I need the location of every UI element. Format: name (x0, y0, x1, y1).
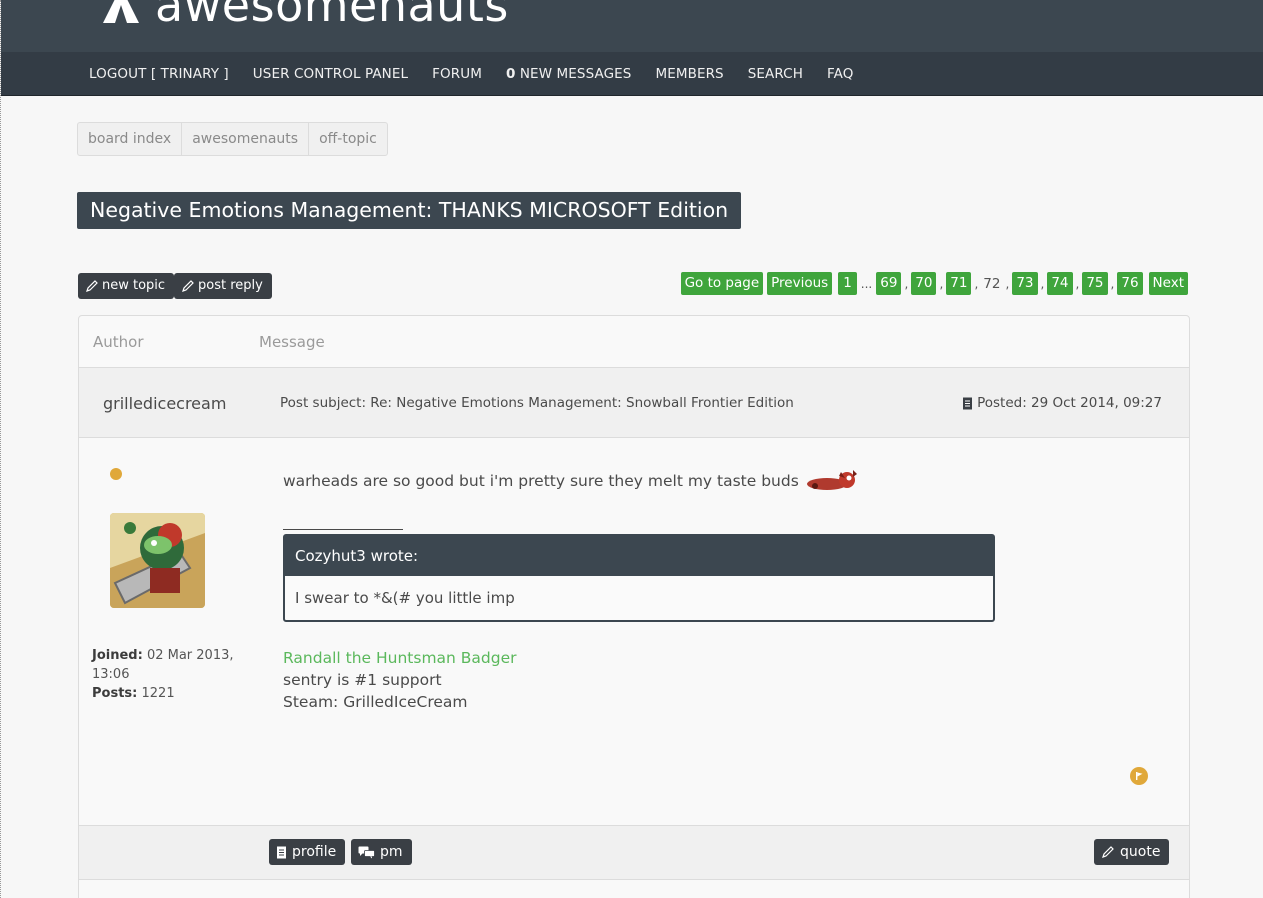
nav-faq[interactable]: FAQ (827, 66, 853, 82)
profile-label: profile (292, 844, 337, 860)
signature-line-1: sentry is #1 support (283, 671, 442, 689)
chat-bubbles-icon (358, 846, 375, 858)
breadcrumb-awesomenauts[interactable]: awesomenauts (182, 123, 310, 155)
site-logo[interactable]: awesomenauts (101, 0, 509, 32)
awesomenauts-logo-icon (103, 0, 139, 23)
signature-line-2: Steam: GrilledIceCream (283, 693, 468, 711)
nav-search[interactable]: SEARCH (748, 66, 803, 82)
quote-button[interactable]: quote (1094, 839, 1170, 865)
table-header: Author Message (79, 316, 1189, 368)
joined-label: Joined: (92, 648, 143, 663)
main-nav: LOGOUT [ TRINARY ] USER CONTROL PANEL FO… (1, 52, 1263, 96)
breadcrumb-board-index[interactable]: board index (78, 123, 183, 155)
post-date: Posted: 29 Oct 2014, 09:27 (962, 395, 1162, 411)
report-flag-icon[interactable] (1130, 767, 1148, 785)
posts-value: 1221 (141, 686, 175, 701)
logo-text: awesomenauts (155, 0, 509, 32)
profile-info: Joined: 02 Mar 2013, 13:06 Posts: 1221 (92, 646, 252, 703)
new-messages-label: NEW MESSAGES (519, 65, 632, 82)
previous-page-button[interactable]: Previous (767, 272, 833, 295)
post-header: grilledicecream Post subject: Re: Negati… (79, 368, 1189, 438)
page-link-74[interactable]: 74 (1047, 272, 1073, 295)
quote-author: Cozyhut3 wrote: (285, 536, 993, 576)
document-icon[interactable] (962, 397, 973, 410)
page-link-69[interactable]: 69 (876, 272, 902, 295)
signature-divider (283, 529, 403, 530)
page-link-75[interactable]: 75 (1082, 272, 1108, 295)
post-table: Author Message grilledicecream Post subj… (78, 315, 1190, 898)
goto-page-button[interactable]: Go to page (680, 272, 764, 295)
post-reply-label: post reply (198, 278, 263, 293)
nav-new-messages[interactable]: 0 NEW MESSAGES (506, 66, 632, 82)
document-icon (277, 846, 286, 858)
pencil-icon (86, 280, 98, 292)
post-content: warheads are so good but i'm pretty sure… (283, 470, 1103, 713)
pencil-icon (1102, 846, 1114, 858)
post-author[interactable]: grilledicecream (103, 394, 226, 413)
breadcrumb-off-topic[interactable]: off-topic (309, 123, 387, 155)
page-title[interactable]: Negative Emotions Management: THANKS MIC… (77, 192, 742, 229)
breadcrumb: board index awesomenauts off-topic (77, 122, 388, 156)
page-link-76[interactable]: 76 (1117, 272, 1143, 295)
avatar-image (110, 513, 205, 608)
posted-text: Posted: 29 Oct 2014, 09:27 (977, 395, 1162, 411)
pagination-ellipsis: ... (860, 276, 873, 291)
column-message: Message (259, 333, 325, 351)
nav-forum[interactable]: FORUM (432, 66, 482, 82)
pm-label: pm (380, 844, 403, 860)
avatar[interactable] (110, 513, 205, 608)
pencil-icon (182, 280, 194, 292)
nav-user-control-panel[interactable]: USER CONTROL PANEL (253, 66, 408, 82)
post-reply-button[interactable]: post reply (174, 273, 272, 299)
site-header: awesomenauts (1, 0, 1263, 52)
imp-smiley-icon (806, 470, 857, 490)
quote-block: Cozyhut3 wrote: I swear to *&(# you litt… (283, 534, 995, 622)
post-text-line: warheads are so good but i'm pretty sure… (283, 470, 1103, 492)
quote-text: I swear to *&(# you little imp (295, 589, 515, 607)
post-body: Joined: 02 Mar 2013, 13:06 Posts: 1221 w… (79, 438, 1189, 826)
online-status-icon (110, 468, 122, 480)
nav-members[interactable]: MEMBERS (655, 66, 723, 82)
signature-badge-link[interactable]: Randall the Huntsman Badger (283, 647, 1103, 669)
signature: Randall the Huntsman Badger sentry is #1… (283, 647, 1103, 713)
pagination: Go to page Previous 1 ... 69 , 70 , 71 ,… (680, 272, 1188, 295)
new-messages-count: 0 (505, 65, 516, 82)
page-link-70[interactable]: 70 (911, 272, 937, 295)
quote-label: quote (1120, 844, 1161, 860)
pm-button[interactable]: pm (351, 839, 412, 865)
profile-button[interactable]: profile (269, 839, 346, 865)
current-page: 72 (983, 275, 1001, 292)
nav-logout[interactable]: LOGOUT [ TRINARY ] (89, 66, 229, 82)
new-topic-label: new topic (102, 278, 166, 293)
page-link-71[interactable]: 71 (946, 272, 972, 295)
flag-icon (1136, 772, 1143, 780)
next-page-button[interactable]: Next (1148, 272, 1188, 295)
post-footer: profile pm quote (79, 826, 1189, 880)
page-link-73[interactable]: 73 (1012, 272, 1038, 295)
page-link-1[interactable]: 1 (838, 272, 857, 295)
posts-label: Posts: (92, 686, 138, 701)
new-topic-button[interactable]: new topic (78, 273, 175, 299)
post-text: warheads are so good but i'm pretty sure… (283, 472, 799, 490)
post-subject: Post subject: Re: Negative Emotions Mana… (280, 395, 794, 411)
column-author: Author (93, 333, 144, 351)
